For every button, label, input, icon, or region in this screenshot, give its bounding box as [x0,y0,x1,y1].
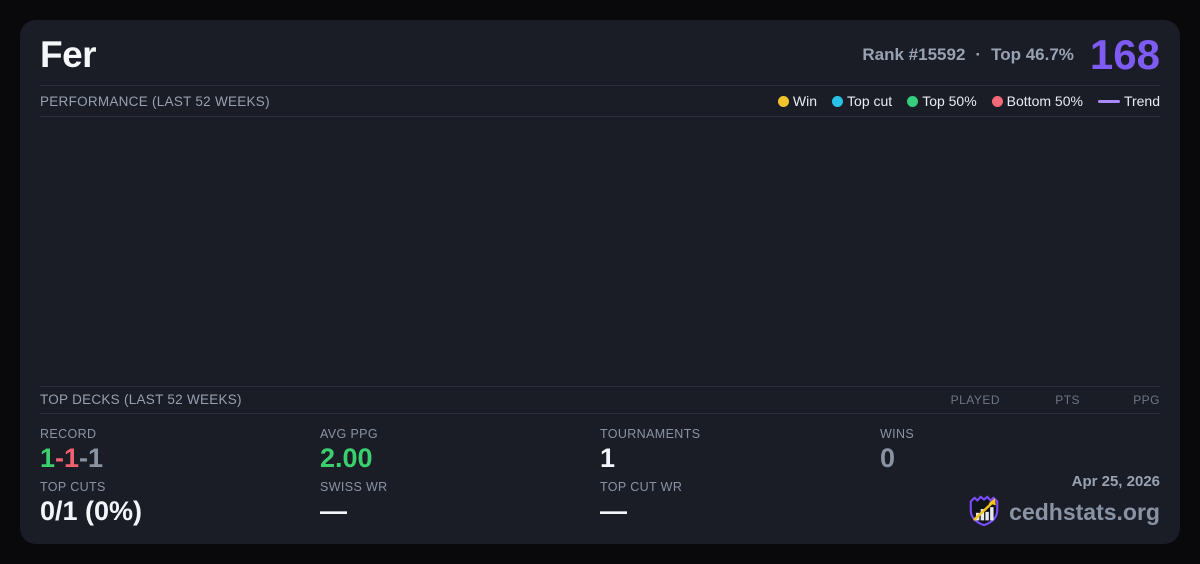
record-losses: -1 [55,442,80,473]
stat-tournaments: TOURNAMENTS 1 [600,420,880,473]
generated-date: Apr 25, 2026 [1071,473,1160,490]
stat-avg-ppg: AVG PPG 2.00 [320,420,600,473]
stat-label-avg-ppg: AVG PPG [320,426,378,441]
stat-record: RECORD 1-1-1 [40,420,320,473]
player-stats-card: Fer Rank #15592 · Top 46.7% 168 PERFORMA… [20,20,1180,544]
brand-link[interactable]: cedhstats.org [1009,499,1160,526]
cedhstats-shield-logo-icon [967,493,1001,532]
stat-value-wins: 0 [880,442,896,473]
stat-wins: WINS 0 [880,420,1160,473]
stat-label-swiss-wr: SWISS WR [320,480,388,494]
rank-value: Rank #15592 [862,44,966,64]
top-percent: Top 46.7% [991,44,1074,64]
legend-label-top-50: Top 50% [922,93,977,109]
rank-separator-dot: · [975,44,982,64]
player-name: Fer [40,33,97,75]
stat-label-top-cut-wr: TOP CUT WR [600,480,683,494]
performance-section-title: PERFORMANCE (LAST 52 WEEKS) [40,93,270,109]
legend-item-trend: Trend [1097,93,1160,109]
header-right: Rank #15592 · Top 46.7% 168 [862,30,1160,78]
column-header-pts: PTS [1055,392,1080,407]
performance-header-row: PERFORMANCE (LAST 52 WEEKS) Win Top cut … [40,86,1160,116]
stat-value-record: 1-1-1 [40,443,320,473]
record-draws: -1 [79,442,104,473]
top-50-dot-icon [907,95,919,107]
column-header-ppg: PPG [1133,392,1160,407]
top-decks-section-title: TOP DECKS (LAST 52 WEEKS) [40,392,242,408]
card-header: Fer Rank #15592 · Top 46.7% 168 [40,20,1160,85]
stat-value-tournaments: 1 [600,442,616,473]
stat-swiss-wr: SWISS WR — [320,473,600,532]
rank-line: Rank #15592 · Top 46.7% [862,45,1074,65]
brand-row[interactable]: cedhstats.org [967,493,1160,532]
legend-item-win: Win [777,93,818,109]
stat-label-wins: WINS [880,426,915,441]
legend-label-top-cut: Top cut [847,93,893,109]
top-cut-dot-icon [832,95,844,107]
trend-line-icon [1097,99,1120,103]
card-footer: Apr 25, 2026 cedhstats.org [880,473,1160,532]
record-wins: 1 [40,442,56,473]
legend-label-win: Win [792,93,818,109]
stat-value-top-cut-wr: — [600,496,627,526]
performance-chart [40,117,1160,386]
stat-value-avg-ppg: 2.00 [320,442,373,473]
legend-label-trend: Trend [1123,93,1160,109]
bottom-50-dot-icon [991,95,1003,107]
stat-label-tournaments: TOURNAMENTS [600,426,701,441]
legend-item-top-50: Top 50% [907,93,977,109]
stat-value-top-cuts: 0/1 (0%) [40,496,143,526]
player-score: 168 [1089,30,1160,78]
win-dot-icon [777,95,789,107]
chart-legend: Win Top cut Top 50% Bottom 50% Trend [777,93,1160,109]
summary-stats-grid: RECORD 1-1-1 AVG PPG 2.00 TOURNAMENTS 1 … [40,414,1160,544]
column-header-played: PLAYED [950,392,1000,407]
top-decks-header-row: TOP DECKS (LAST 52 WEEKS) PLAYED PTS PPG [40,387,1160,413]
stat-top-cut-wr: TOP CUT WR — [600,473,880,532]
stat-value-swiss-wr: — [320,496,347,526]
top-decks-column-headers: PLAYED PTS PPG [920,393,1160,407]
legend-item-top-cut: Top cut [832,93,892,109]
legend-label-bottom-50: Bottom 50% [1006,93,1083,109]
stat-label-top-cuts: TOP CUTS [40,480,106,494]
stat-top-cuts: TOP CUTS 0/1 (0%) [40,473,320,532]
stat-label-record: RECORD [40,426,97,441]
legend-item-bottom-50: Bottom 50% [991,93,1083,109]
